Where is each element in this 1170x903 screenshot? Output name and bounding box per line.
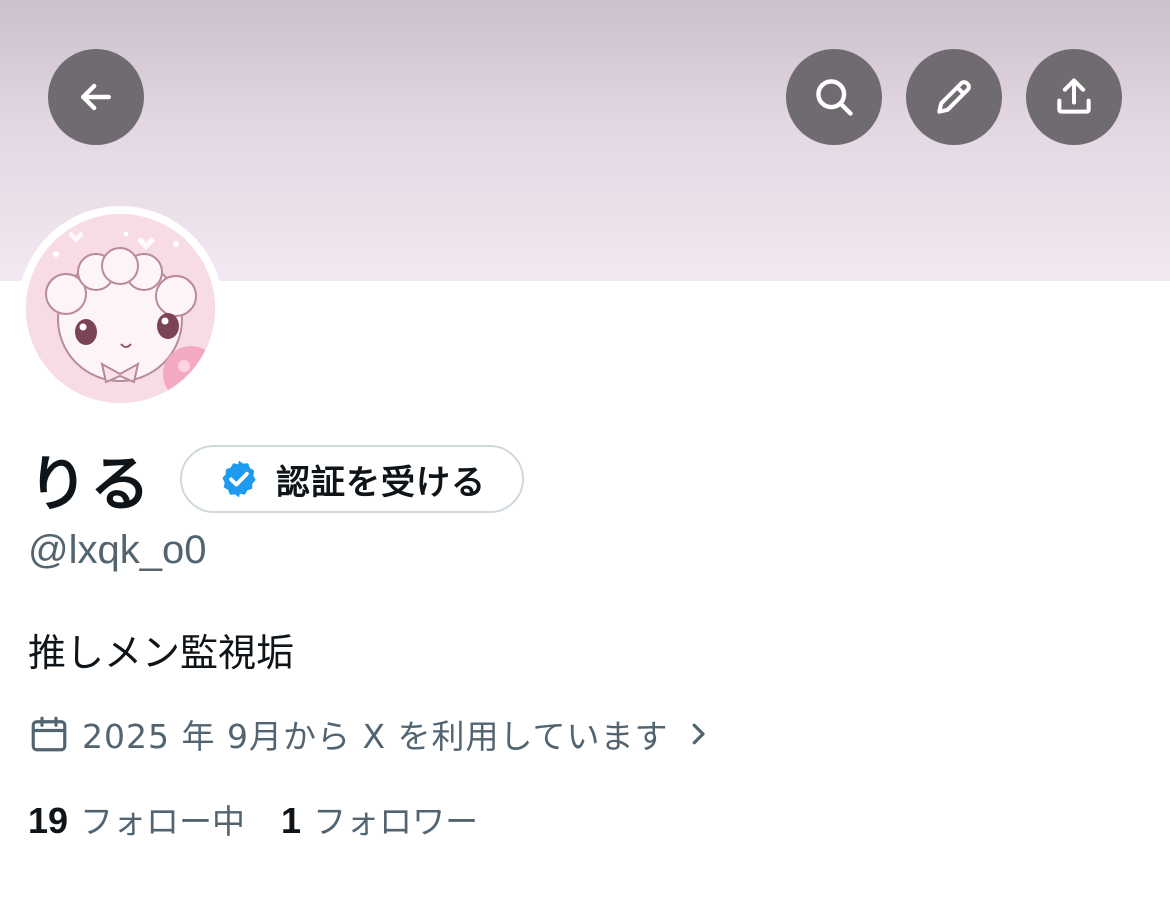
followers-label: フォロワー [313,802,479,841]
followers-link[interactable]: 1 フォロワー [281,795,478,843]
username-handle: @lxqk_o0 [28,528,207,572]
follow-stats: 19 フォロー中 1 フォロワー [28,795,478,843]
get-verified-label: 認証を受ける [276,462,486,503]
back-button[interactable] [48,49,144,145]
profile-bio: 推しメン監視垢 [28,631,295,675]
search-icon [816,79,853,116]
display-name: りる [28,449,152,520]
joined-date-text: 2025 年 9月から X を利用しています [82,717,669,756]
chevron-right-icon [692,723,705,745]
edit-button[interactable] [906,49,1002,145]
avatar-container[interactable] [18,206,223,411]
calendar-icon [31,716,67,752]
get-verified-button[interactable]: 認証を受ける [180,445,524,513]
following-label: フォロー中 [80,802,246,841]
joined-date-link[interactable]: 2025 年 9月から X を利用しています [28,708,713,760]
following-count: 19 [28,800,69,841]
followers-count: 1 [281,800,302,841]
share-upload-icon [1057,78,1091,114]
share-button[interactable] [1026,49,1122,145]
name-row: りる 認証を受ける [28,440,524,520]
avatar[interactable] [26,214,215,403]
pencil-icon [937,80,971,114]
search-button[interactable] [786,49,882,145]
arrow-left-icon [80,83,112,111]
verified-badge-icon [222,460,256,498]
following-link[interactable]: 19 フォロー中 [28,795,245,843]
avatar-illustration [26,214,215,403]
